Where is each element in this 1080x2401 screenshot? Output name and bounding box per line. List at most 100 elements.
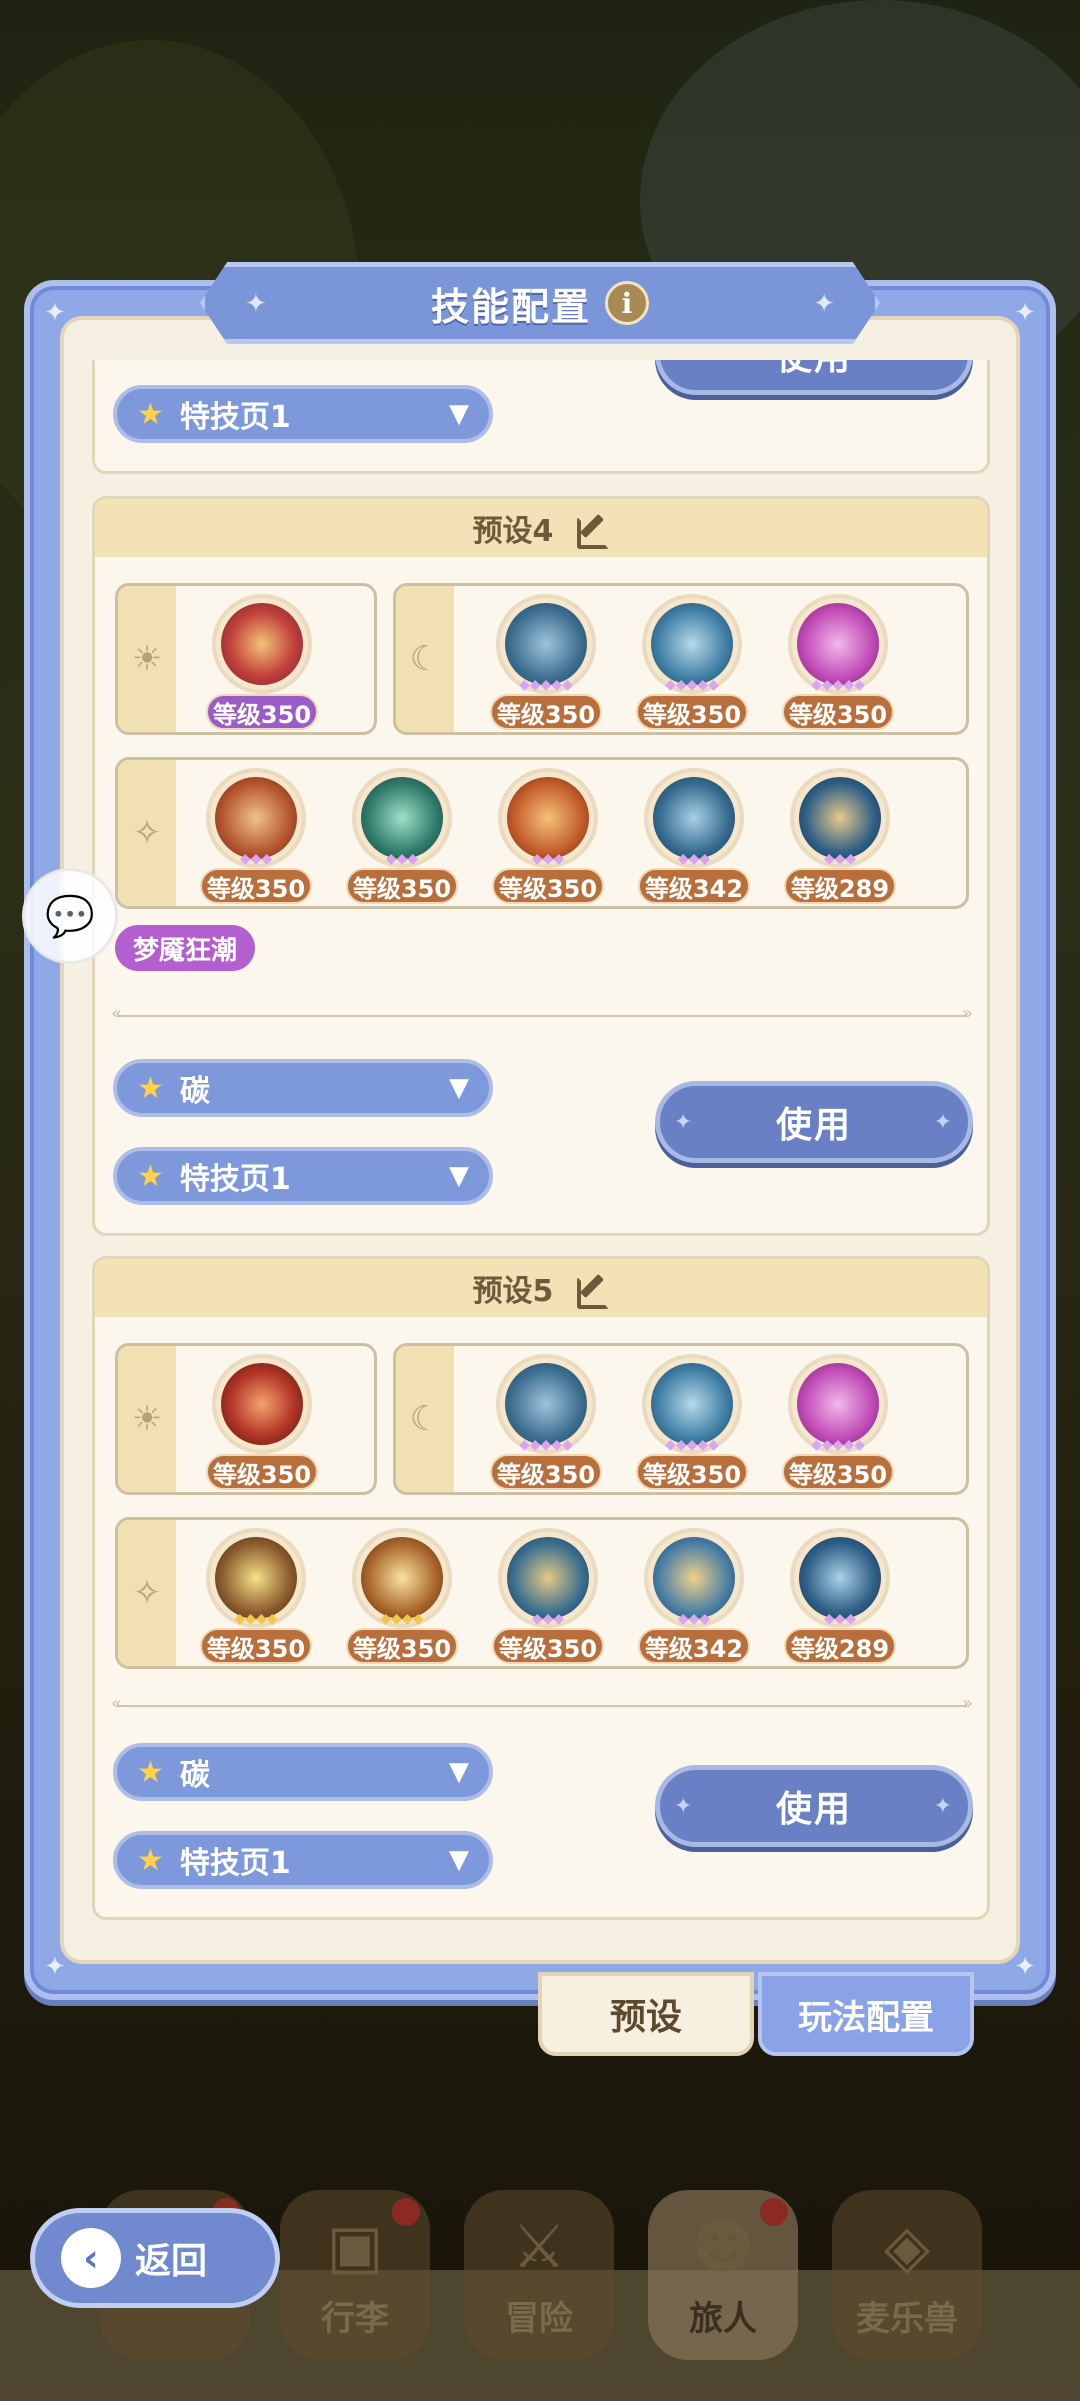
moon-skill-slot: ☾ ◆◆◆◆◆ 等级350 ◆◆◆◆◆ 等级350 ◆◆◆◆◆ 等级350 [393, 1343, 969, 1495]
info-icon[interactable]: i [605, 281, 649, 325]
mode-tag: 梦魇狂潮 [115, 925, 256, 971]
skill-level: 等级350 [636, 694, 748, 730]
caret-down-icon: ▼ [449, 1161, 469, 1191]
skill-icon[interactable]: ◆◆◆◆◆ 等级350 [782, 1350, 894, 1490]
nav-item-traveler[interactable]: ☻ 旅人 [648, 2190, 798, 2360]
caret-down-icon: ▼ [449, 399, 469, 429]
skill-art [653, 1537, 735, 1619]
skill-icon[interactable]: ◆◆◆◆◆ 等级350 [636, 590, 748, 730]
crossed-swords-icon: ⚔ [512, 2212, 566, 2282]
sparkle-icon: ✦ [674, 1110, 695, 1135]
skill-icon[interactable]: ◆◆◆ 等级289 [784, 1524, 896, 1664]
skill-art [507, 777, 589, 859]
skill-icon[interactable]: ◆◆◆ 等级350 [492, 764, 604, 904]
sun-icon: ☀ [118, 1346, 176, 1492]
edit-icon[interactable] [575, 1271, 610, 1309]
skill-icon[interactable]: ◆◆◆◆◆ 等级350 [490, 590, 602, 730]
moon-icon: ☾ [396, 1346, 454, 1492]
skill-level: 等级342 [638, 868, 750, 904]
use-button[interactable]: ✦ 使用 ✦ [655, 1081, 973, 1163]
star-skill-slot: ✧ ◆◆◆◆ 等级350 ◆◆◆◆ 等级350 ◆◆◆ 等级350 ◆◆◆ 等级… [115, 1517, 969, 1669]
skill-icon[interactable]: ◆◆◆ 等级342 [638, 1524, 750, 1664]
skill-page-value: 特技页1 [179, 1162, 291, 1197]
skill-page-select[interactable]: ★ 特技页1 ▼ [113, 1831, 493, 1889]
skill-level: 等级350 [492, 868, 604, 904]
star-icon: ★ [137, 396, 164, 432]
skill-icon[interactable]: ◆◆◆ 等级350 [346, 764, 458, 904]
sparkle-icon: ✧ [118, 1520, 176, 1666]
divider [111, 1693, 973, 1714]
skill-level: 等级350 [200, 1628, 312, 1664]
sun-skill-slot: ☀ 等级350 [115, 1343, 377, 1495]
skill-icon[interactable]: ◆◆◆ 等级350 [200, 764, 312, 904]
use-button[interactable]: ✦ 使用 ✦ [655, 360, 973, 395]
skill-icon[interactable]: ◆◆◆◆◆ 等级350 [782, 590, 894, 730]
preset-card-partial: ★ 特技页1 ▼ ✦ 使用 ✦ [92, 360, 990, 474]
nav-item-adventure[interactable]: ⚔ 冒险 [464, 2190, 614, 2360]
nav-item-mailebeast[interactable]: ◈ 麦乐兽 [832, 2190, 982, 2360]
tab-gameplay-config[interactable]: 玩法配置 [758, 1972, 974, 2056]
skill-icon[interactable]: ◆◆◆◆ 等级350 [200, 1524, 312, 1664]
notification-dot [392, 2198, 420, 2226]
rank-stars: ◆◆◆◆◆ [811, 677, 865, 693]
skill-page-select[interactable]: ★ 特技页1 ▼ [113, 1147, 493, 1205]
skill-art [507, 1537, 589, 1619]
nav-item-luggage[interactable]: ▣ 行李 [280, 2190, 430, 2360]
skill-icon[interactable]: 等级350 [206, 590, 318, 730]
skill-icon[interactable]: ◆◆◆◆◆ 等级350 [490, 1350, 602, 1490]
sparkle-icon: ✦ [934, 360, 954, 367]
skill-level: 等级350 [346, 868, 458, 904]
skill-page-select[interactable]: ★ 特技页1 ▼ [113, 385, 493, 443]
preset-card: 预设4 ☀ 等级350 ☾ ◆◆◆◆◆ 等级350 ◆◆◆◆◆ 等级350 ◆◆… [92, 496, 990, 1236]
rank-stars: ◆◆◆ [677, 1611, 711, 1627]
element-select[interactable]: ★ 碳 ▼ [113, 1743, 493, 1801]
skill-art [797, 1363, 879, 1445]
back-button[interactable]: ‹ 返回 [30, 2208, 280, 2308]
skill-icon[interactable]: ◆◆◆◆◆ 等级350 [636, 1350, 748, 1490]
skill-art [653, 777, 735, 859]
skill-art [799, 777, 881, 859]
divider [111, 1003, 973, 1024]
skill-level: 等级289 [784, 1628, 896, 1664]
nav-label: 行李 [321, 2299, 389, 2339]
skill-icon[interactable]: 等级350 [206, 1350, 318, 1490]
edit-icon[interactable] [575, 511, 610, 549]
skill-level: 等级289 [784, 868, 896, 904]
moon-icon: ☾ [396, 586, 454, 732]
rank-stars: ◆◆◆◆◆ [665, 1437, 719, 1453]
star-icon: ★ [137, 1842, 164, 1878]
dialog-title: 技能配置 [430, 284, 591, 329]
rank-stars: ◆◆◆ [531, 1611, 565, 1627]
tab-preset[interactable]: 预设 [538, 1972, 754, 2056]
sun-skill-slot: ☀ 等级350 [115, 583, 377, 735]
skill-level: 等级350 [782, 1454, 894, 1490]
skill-art [651, 603, 733, 685]
rank-stars: ◆◆◆◆◆ [519, 1437, 573, 1453]
skill-art [505, 603, 587, 685]
use-button-label: 使用 [775, 1105, 852, 1146]
sparkle-icon: ✦ [933, 1794, 954, 1819]
sparkle-icon: ✦ [674, 360, 694, 367]
use-button-label: 使用 [775, 1789, 852, 1830]
nav-label: 麦乐兽 [856, 2299, 958, 2339]
preset-card: 预设5 ☀ 等级350 ☾ ◆◆◆◆◆ 等级350 ◆◆◆◆◆ 等级350 ◆◆… [92, 1256, 990, 1920]
use-button[interactable]: ✦ 使用 ✦ [655, 1765, 973, 1847]
skill-icon[interactable]: ◆◆◆ 等级350 [492, 1524, 604, 1664]
skill-art [361, 777, 443, 859]
rank-stars: ◆◆◆ [239, 851, 273, 867]
skill-icon[interactable]: ◆◆◆ 等级342 [638, 764, 750, 904]
rank-stars: ◆◆◆◆◆ [519, 677, 573, 693]
corner-star-icon: ✦ [1014, 298, 1036, 328]
rank-stars: ◆◆◆◆ [234, 1611, 278, 1627]
chest-icon: ▣ [326, 2212, 384, 2282]
chat-icon[interactable]: 💬 [22, 868, 118, 964]
skill-icon[interactable]: ◆◆◆ 等级289 [784, 764, 896, 904]
rank-stars: ◆◆◆◆◆ [811, 1437, 865, 1453]
avatar-icon: ☻ [691, 2212, 755, 2282]
preset-list[interactable]: ★ 特技页1 ▼ ✦ 使用 ✦ 预设4 ☀ 等级350 ☾ ◆◆◆◆◆ [58, 360, 1022, 1960]
element-value: 碳 [179, 1074, 210, 1109]
skill-icon[interactable]: ◆◆◆◆ 等级350 [346, 1524, 458, 1664]
element-select[interactable]: ★ 碳 ▼ [113, 1059, 493, 1117]
skill-art [651, 1363, 733, 1445]
skill-art [799, 1537, 881, 1619]
